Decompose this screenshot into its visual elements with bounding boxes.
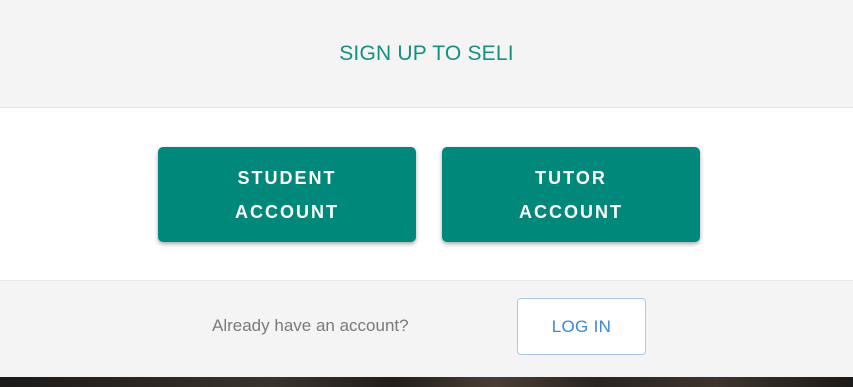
- signup-dialog: SIGN UP TO SELI STUDENT ACCOUNT TUTOR AC…: [0, 0, 853, 387]
- dialog-header: SIGN UP TO SELI: [0, 0, 853, 108]
- tutor-account-label-line1: TUTOR: [535, 167, 607, 188]
- student-account-button[interactable]: STUDENT ACCOUNT: [158, 147, 416, 242]
- page-title: SIGN UP TO SELI: [339, 42, 514, 65]
- student-account-label-line2: ACCOUNT: [235, 201, 339, 222]
- student-account-label-line1: STUDENT: [237, 167, 337, 188]
- account-type-section: STUDENT ACCOUNT TUTOR ACCOUNT: [0, 108, 853, 280]
- login-button[interactable]: LOG IN: [517, 298, 646, 355]
- already-have-account-text: Already have an account?: [212, 316, 409, 335]
- tutor-account-button[interactable]: TUTOR ACCOUNT: [442, 147, 700, 242]
- background-photo: [0, 377, 853, 387]
- tutor-account-label-line2: ACCOUNT: [519, 201, 623, 222]
- login-footer: Already have an account? LOG IN: [0, 280, 853, 377]
